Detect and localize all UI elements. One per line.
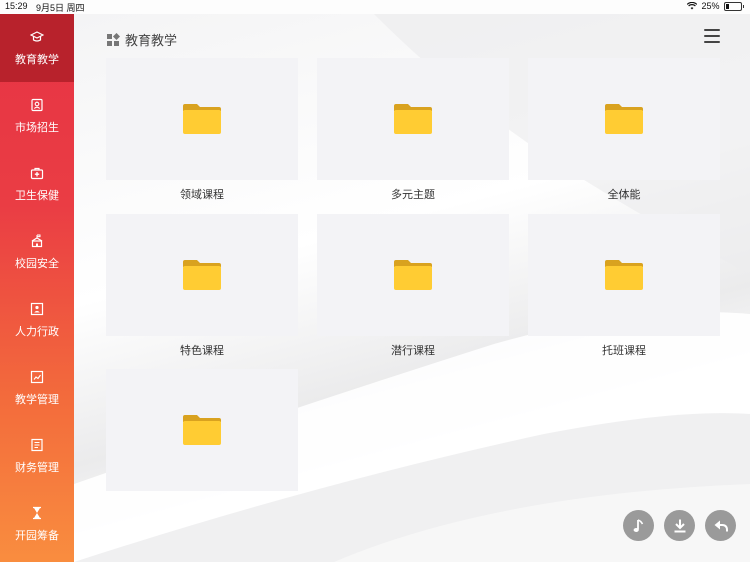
sidebar-item-education[interactable]: 教育教学 — [0, 14, 74, 82]
folder-icon — [394, 260, 432, 290]
page-title-text: 教育教学 — [125, 33, 178, 48]
sidebar-item-hr-admin[interactable]: 人力行政 — [0, 286, 74, 354]
folder-tile — [106, 214, 298, 336]
folder-icon — [183, 104, 221, 134]
folder-tile — [528, 214, 720, 336]
folder-label: 潜行课程 — [391, 345, 435, 357]
sidebar-item-label: 开园筹备 — [15, 529, 59, 542]
folder-tile — [528, 58, 720, 180]
download-button[interactable] — [664, 510, 695, 541]
folder-icon — [605, 104, 643, 134]
folder-card[interactable]: 多元主题 — [317, 58, 509, 201]
folder-label: 全体能 — [607, 189, 641, 201]
main-content: 教育教学 领域课程 多元主题 全体能 特色课程 潜行课程 托班课程 — [74, 14, 750, 562]
sidebar-item-marketing[interactable]: 市场招生 — [0, 82, 74, 150]
music-button[interactable] — [623, 510, 654, 541]
sidebar-item-teaching-mgmt[interactable]: 教学管理 — [0, 354, 74, 422]
folder-card[interactable]: 托班课程 — [528, 214, 720, 357]
hamburger-icon — [704, 29, 720, 31]
status-time: 15:29 — [5, 1, 28, 11]
folder-card[interactable]: 特色课程 — [106, 214, 298, 357]
graduation-cap-icon — [30, 30, 44, 44]
battery-icon — [723, 1, 742, 11]
folder-label: 托班课程 — [602, 345, 646, 357]
folder-tile — [106, 369, 298, 491]
sidebar-item-health[interactable]: 卫生保健 — [0, 150, 74, 218]
folder-label: 特色课程 — [180, 345, 224, 357]
wifi-icon — [687, 2, 698, 10]
status-right: 25% — [687, 1, 744, 11]
ledger-icon — [30, 438, 44, 452]
music-note-icon — [633, 518, 643, 532]
folder-label: 多元主题 — [391, 189, 435, 201]
status-bar: 15:29 9月5日 周四 25% — [0, 0, 750, 14]
sidebar-item-label: 人力行政 — [15, 325, 59, 338]
teaching-panel-icon — [30, 370, 44, 384]
folder-tile — [317, 214, 509, 336]
staff-board-icon — [30, 302, 44, 316]
sidebar-item-opening-prep[interactable]: 开园筹备 — [0, 490, 74, 558]
sidebar-item-label: 卫生保健 — [15, 189, 59, 202]
folder-icon — [605, 260, 643, 290]
status-date: 9月5日 周四 — [36, 3, 85, 13]
sidebar-item-label: 财务管理 — [15, 461, 59, 474]
medical-kit-icon — [30, 166, 44, 180]
folder-tile — [106, 58, 298, 180]
folder-tile — [317, 58, 509, 180]
folder-label: 领域课程 — [180, 189, 224, 201]
grid-apps-icon — [107, 32, 120, 46]
folder-label — [106, 497, 298, 511]
sidebar-item-label: 教学管理 — [15, 393, 59, 406]
sidebar-item-label: 校园安全 — [15, 257, 59, 270]
sidebar-item-finance[interactable]: 财务管理 — [0, 422, 74, 490]
contact-card-icon — [30, 98, 44, 112]
download-icon — [674, 519, 685, 532]
back-button[interactable] — [705, 510, 736, 541]
sidebar: 教育教学 市场招生 卫生保健 校园安全 人力行政 教学管理 财务管理 开园筹备 — [0, 14, 74, 562]
folder-card[interactable]: 全体能 — [528, 58, 720, 201]
folder-card[interactable] — [106, 369, 298, 511]
folder-card[interactable]: 领域课程 — [106, 58, 298, 201]
hourglass-icon — [30, 506, 44, 520]
page-title: 教育教学 — [106, 30, 177, 49]
sidebar-item-label: 教育教学 — [15, 53, 59, 66]
menu-button[interactable] — [704, 29, 720, 43]
school-building-icon — [30, 234, 44, 248]
battery-percent: 25% — [701, 1, 720, 11]
folder-icon — [394, 104, 432, 134]
folder-icon — [183, 260, 221, 290]
folder-icon — [183, 415, 221, 445]
sidebar-item-safety[interactable]: 校园安全 — [0, 218, 74, 286]
back-arrow-icon — [714, 520, 728, 531]
folder-card[interactable]: 潜行课程 — [317, 214, 509, 357]
sidebar-item-label: 市场招生 — [15, 121, 59, 134]
